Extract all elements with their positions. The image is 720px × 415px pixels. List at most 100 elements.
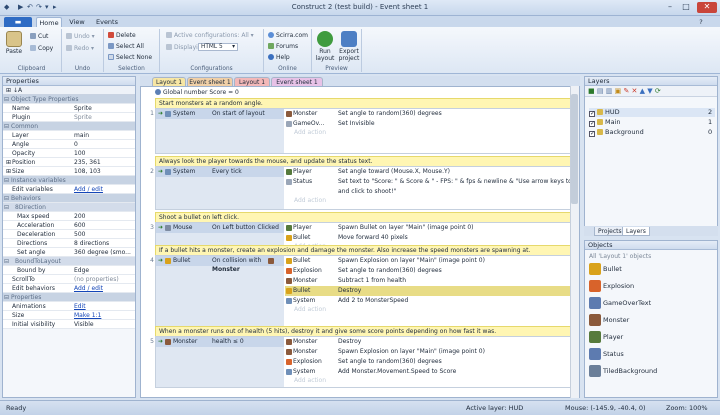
property-value[interactable]: 500 bbox=[74, 230, 85, 238]
add-action-link[interactable]: Add action bbox=[294, 306, 326, 313]
expand-icon[interactable]: ⊞ bbox=[6, 167, 11, 175]
layer-row[interactable]: ✓ HUD 2 bbox=[589, 108, 715, 117]
minimize-icon[interactable]: – bbox=[663, 2, 677, 13]
displaying-select[interactable]: HTML 5 ▾ bbox=[198, 43, 238, 51]
event-condition[interactable]: ➜ System On start of layout bbox=[156, 109, 284, 119]
property-row[interactable]: Bound by Edge bbox=[3, 266, 135, 275]
property-row[interactable]: Initial visibility Visible bbox=[3, 320, 135, 329]
global-variable[interactable]: Global number Score = 0 bbox=[155, 89, 355, 97]
select-all-button[interactable]: Select All bbox=[108, 43, 144, 50]
forums-link[interactable]: Forums bbox=[268, 43, 298, 50]
event-block[interactable]: 2 ➜ System Every tick Player Set angle toward… bbox=[150, 166, 579, 210]
scirra-link[interactable]: Scirra.com bbox=[268, 32, 308, 39]
scrollbar-thumb[interactable] bbox=[571, 94, 578, 204]
event-action[interactable]: Player Set angle toward (Mouse.X, Mouse.Y… bbox=[285, 167, 571, 177]
event-condition[interactable]: ➜ Monster health ≤ 0 bbox=[156, 337, 284, 347]
event-action[interactable]: Monster Subtract 1 from health bbox=[285, 276, 571, 286]
object-item[interactable]: Player bbox=[603, 333, 623, 341]
paste-button[interactable]: Paste bbox=[5, 31, 23, 55]
property-section[interactable]: BoundToLayout ⊟ bbox=[3, 257, 135, 266]
copy-button[interactable]: Copy bbox=[30, 45, 53, 52]
move-down-icon[interactable]: ▼ bbox=[647, 87, 652, 95]
collapse-icon[interactable]: ⊟ bbox=[4, 203, 9, 211]
property-section[interactable]: Properties ⊟ bbox=[3, 293, 135, 302]
add-layer-icon[interactable]: ■ bbox=[588, 87, 595, 95]
tab-layers[interactable]: Layers bbox=[622, 227, 650, 236]
object-item[interactable]: TiledBackground bbox=[603, 367, 657, 375]
property-row[interactable]: Size Make 1:1 bbox=[3, 311, 135, 320]
event-block[interactable]: 5 ➜ Monster health ≤ 0 Monster Destroy Monster… bbox=[150, 336, 571, 388]
property-row[interactable]: Edit variables Add / edit bbox=[3, 185, 135, 194]
add-action-link[interactable]: Add action bbox=[294, 129, 326, 136]
property-value[interactable]: 360 degree (smo... bbox=[74, 248, 131, 256]
property-link[interactable]: Edit bbox=[74, 302, 86, 310]
delete-layer-icon[interactable]: ✕ bbox=[632, 87, 638, 95]
property-value[interactable]: main bbox=[74, 131, 89, 139]
property-row[interactable]: Animations Edit bbox=[3, 302, 135, 311]
property-row[interactable]: Opacity 100 bbox=[3, 149, 135, 158]
tab-layout-1[interactable]: Layout 1 bbox=[152, 77, 186, 86]
tab-projects[interactable]: Projects bbox=[594, 227, 626, 236]
redo-button[interactable]: Redo ▾ bbox=[66, 45, 94, 52]
event-action[interactable]: Player Spawn Bullet on layer "Main" (imag… bbox=[285, 223, 571, 233]
property-section[interactable]: Object Type Properties ⊟ bbox=[3, 95, 135, 104]
object-item[interactable]: Bullet bbox=[603, 265, 622, 273]
event-action[interactable]: GameOv... Set Invisible bbox=[285, 119, 571, 129]
event-action[interactable]: Explosion Set angle to random(360) degree… bbox=[285, 357, 571, 367]
event-condition[interactable]: ➜ Mouse On Left button Clicked bbox=[156, 223, 284, 233]
event-action[interactable]: Bullet Destroy bbox=[285, 286, 571, 296]
property-row[interactable]: Acceleration 600 bbox=[3, 221, 135, 230]
sort-alphabetical-icon[interactable]: ↓A bbox=[13, 87, 22, 94]
property-value[interactable]: 600 bbox=[74, 221, 85, 229]
property-value[interactable]: 235, 361 bbox=[74, 158, 101, 166]
property-row[interactable]: Layer main bbox=[3, 131, 135, 140]
tab-home[interactable]: Home bbox=[36, 17, 62, 27]
event-block[interactable]: 1 ➜ System On start of layout Monster Set ang… bbox=[150, 108, 571, 154]
help-link[interactable]: Help bbox=[268, 54, 290, 61]
add-action-link[interactable]: Add action bbox=[294, 377, 326, 384]
event-block[interactable]: 4 ➜ Bullet On collision with Monster Bullet Sp… bbox=[150, 255, 571, 327]
collapse-icon[interactable]: ⊟ bbox=[4, 176, 9, 184]
layer-up-icon[interactable]: ▤ bbox=[597, 87, 604, 95]
event-condition[interactable]: ➜ System Every tick bbox=[156, 167, 284, 177]
event-action[interactable]: Monster Destroy bbox=[285, 337, 571, 347]
sort-categorized-icon[interactable]: ⊞ bbox=[6, 87, 11, 94]
property-link[interactable]: Make 1:1 bbox=[74, 311, 101, 319]
property-row[interactable]: Max speed 200 bbox=[3, 212, 135, 221]
visibility-checkbox[interactable]: ✓ bbox=[589, 121, 595, 127]
object-item[interactable]: GameOverText bbox=[603, 299, 651, 307]
property-value[interactable]: 108, 103 bbox=[74, 167, 101, 175]
property-value[interactable]: Sprite bbox=[74, 104, 92, 112]
tab-event-sheet-1-active[interactable]: Event sheet 1 bbox=[271, 77, 323, 86]
object-item[interactable]: Status bbox=[603, 350, 624, 358]
tab-view[interactable]: View bbox=[66, 17, 88, 27]
refresh-layer-icon[interactable]: ⟳ bbox=[655, 87, 661, 95]
event-action[interactable]: Status Set text to "Score: " & Score & " … bbox=[285, 177, 579, 187]
property-row[interactable]: Angle 0 bbox=[3, 140, 135, 149]
tab-layout-1-second[interactable]: Layout 1 bbox=[234, 77, 270, 86]
property-row[interactable]: Edit behaviors Add / edit bbox=[3, 284, 135, 293]
move-up-icon[interactable]: ▲ bbox=[640, 87, 645, 95]
property-row[interactable]: Size ⊞ 108, 103 bbox=[3, 167, 135, 176]
event-action[interactable]: Monster Spawn Explosion on layer "Main" (… bbox=[285, 347, 571, 357]
tab-event-sheet-1[interactable]: Event sheet 1 bbox=[187, 77, 233, 86]
edit-layer-icon[interactable]: ✎ bbox=[623, 87, 629, 95]
property-value[interactable]: 200 bbox=[74, 212, 85, 220]
cut-button[interactable]: Cut bbox=[30, 33, 48, 40]
layer-row[interactable]: ✓ Background 0 bbox=[589, 128, 715, 137]
event-action[interactable]: Explosion Set angle to random(360) degree… bbox=[285, 266, 571, 276]
select-none-button[interactable]: Select None bbox=[108, 54, 152, 61]
property-row[interactable]: Set angle 360 degree (smo... bbox=[3, 248, 135, 257]
property-row[interactable]: Plugin Sprite bbox=[3, 113, 135, 122]
property-value[interactable]: 100 bbox=[74, 149, 85, 157]
property-row[interactable]: Name Sprite bbox=[3, 104, 135, 113]
property-value[interactable]: (no properties) bbox=[74, 275, 119, 283]
property-value[interactable]: 8 directions bbox=[74, 239, 109, 247]
expand-icon[interactable]: ⊞ bbox=[6, 158, 11, 166]
property-section[interactable]: Behaviors ⊟ bbox=[3, 194, 135, 203]
property-row[interactable]: Directions 8 directions bbox=[3, 239, 135, 248]
event-action[interactable]: System Add 2 to MonsterSpeed bbox=[285, 296, 571, 306]
collapse-icon[interactable]: ⊟ bbox=[4, 257, 9, 265]
property-value[interactable]: Visible bbox=[74, 320, 94, 328]
export-project-button[interactable]: Export project bbox=[337, 31, 361, 62]
